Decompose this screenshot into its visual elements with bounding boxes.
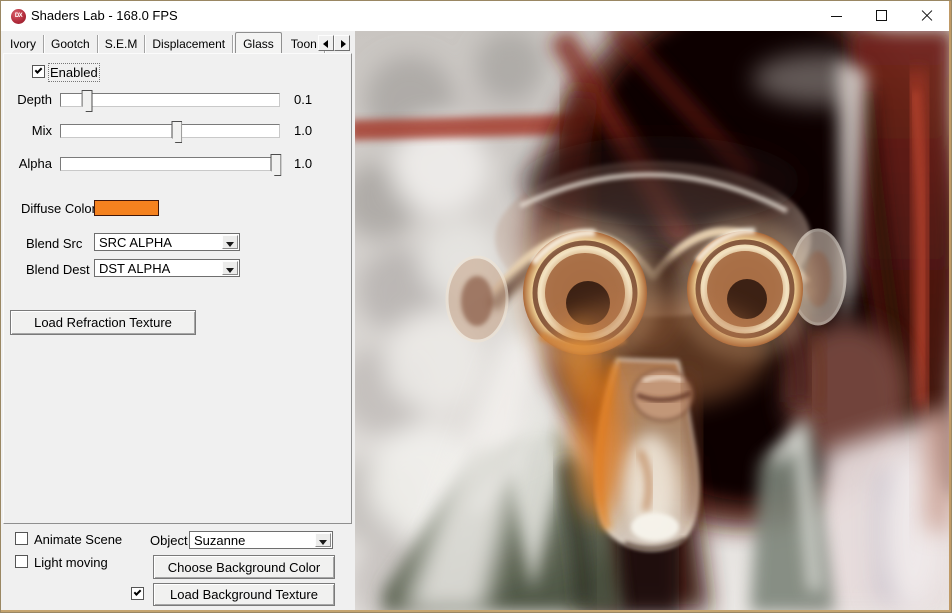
animate-scene-label: Animate Scene [34,532,122,547]
object-dropdown-button[interactable] [315,533,331,547]
blend-dest-dropdown-button[interactable] [222,261,238,275]
window-title: Shaders Lab - 168.0 FPS [31,8,178,23]
choose-background-color-button[interactable]: Choose Background Color [153,555,335,579]
check-icon [35,66,43,74]
load-bg-texture-checkbox[interactable] [131,587,144,600]
blend-dest-label: Blend Dest [26,262,90,277]
scene-options-bar: Animate Scene Light moving Object Suzann… [3,524,353,612]
blend-dest-dropdown[interactable]: DST ALPHA [94,259,240,277]
enabled-checkbox[interactable] [32,65,45,78]
alpha-label: Alpha [4,156,52,171]
tab-scroll-right-button[interactable] [334,35,350,51]
mix-value: 1.0 [294,123,312,138]
shader-tabs: Ivory Gootch S.E.M Displacement Glass To… [3,32,353,53]
tab-displacement[interactable]: Displacement [145,35,233,53]
depth-slider[interactable] [60,93,280,107]
tab-scroll-buttons [318,35,350,51]
light-moving-label: Light moving [34,555,108,570]
window-controls [814,1,949,31]
object-dropdown[interactable]: Suzanne [189,531,333,549]
left-triangle-icon [323,40,328,48]
animate-scene-checkbox[interactable] [15,532,28,545]
app-window: DX Shaders Lab - 168.0 FPS Ivory Gootch … [0,0,952,613]
glass-shader-panel: Enabled Depth 0.1 Mix 1.0 Alpha 1.0 Diff… [3,53,352,524]
minimize-button[interactable] [814,1,859,31]
blend-src-dropdown-button[interactable] [222,235,238,249]
maximize-icon [876,10,887,21]
object-label: Object [150,533,188,548]
load-refraction-texture-button[interactable]: Load Refraction Texture [10,310,196,335]
enabled-label[interactable]: Enabled [50,65,98,80]
tab-glass[interactable]: Glass [235,32,282,53]
blend-src-value: SRC ALPHA [99,235,172,250]
right-triangle-icon [341,40,346,48]
mix-slider[interactable] [60,124,280,138]
light-moving-checkbox[interactable] [15,555,28,568]
glass-suzanne-render [355,31,951,612]
alpha-slider-thumb[interactable] [270,154,281,176]
tab-gootch[interactable]: Gootch [44,35,98,53]
blend-src-dropdown[interactable]: SRC ALPHA [94,233,240,251]
app-icon: DX [11,9,26,24]
blend-dest-value: DST ALPHA [99,261,170,276]
chevron-down-icon [226,242,234,247]
close-button[interactable] [904,1,949,31]
title-bar: DX Shaders Lab - 168.0 FPS [1,1,951,31]
alpha-slider[interactable] [60,157,280,171]
depth-label: Depth [4,92,52,107]
tab-scroll-left-button[interactable] [318,35,334,51]
diffuse-color-swatch[interactable] [94,200,159,216]
depth-slider-thumb[interactable] [82,90,93,112]
minimize-icon [831,16,842,17]
tab-sem[interactable]: S.E.M [98,35,146,53]
mix-label: Mix [4,123,52,138]
blend-src-label: Blend Src [26,236,82,251]
chevron-down-icon [319,540,327,545]
maximize-button[interactable] [859,1,904,31]
mix-slider-thumb[interactable] [171,121,182,143]
check-icon [134,588,142,596]
alpha-value: 1.0 [294,156,312,171]
depth-value: 0.1 [294,92,312,107]
object-value: Suzanne [194,533,245,548]
load-background-texture-button[interactable]: Load Background Texture [153,583,335,606]
tab-ivory[interactable]: Ivory [3,35,44,53]
chevron-down-icon [226,268,234,273]
diffuse-color-label: Diffuse Color [21,201,96,216]
render-viewport[interactable] [355,31,951,612]
